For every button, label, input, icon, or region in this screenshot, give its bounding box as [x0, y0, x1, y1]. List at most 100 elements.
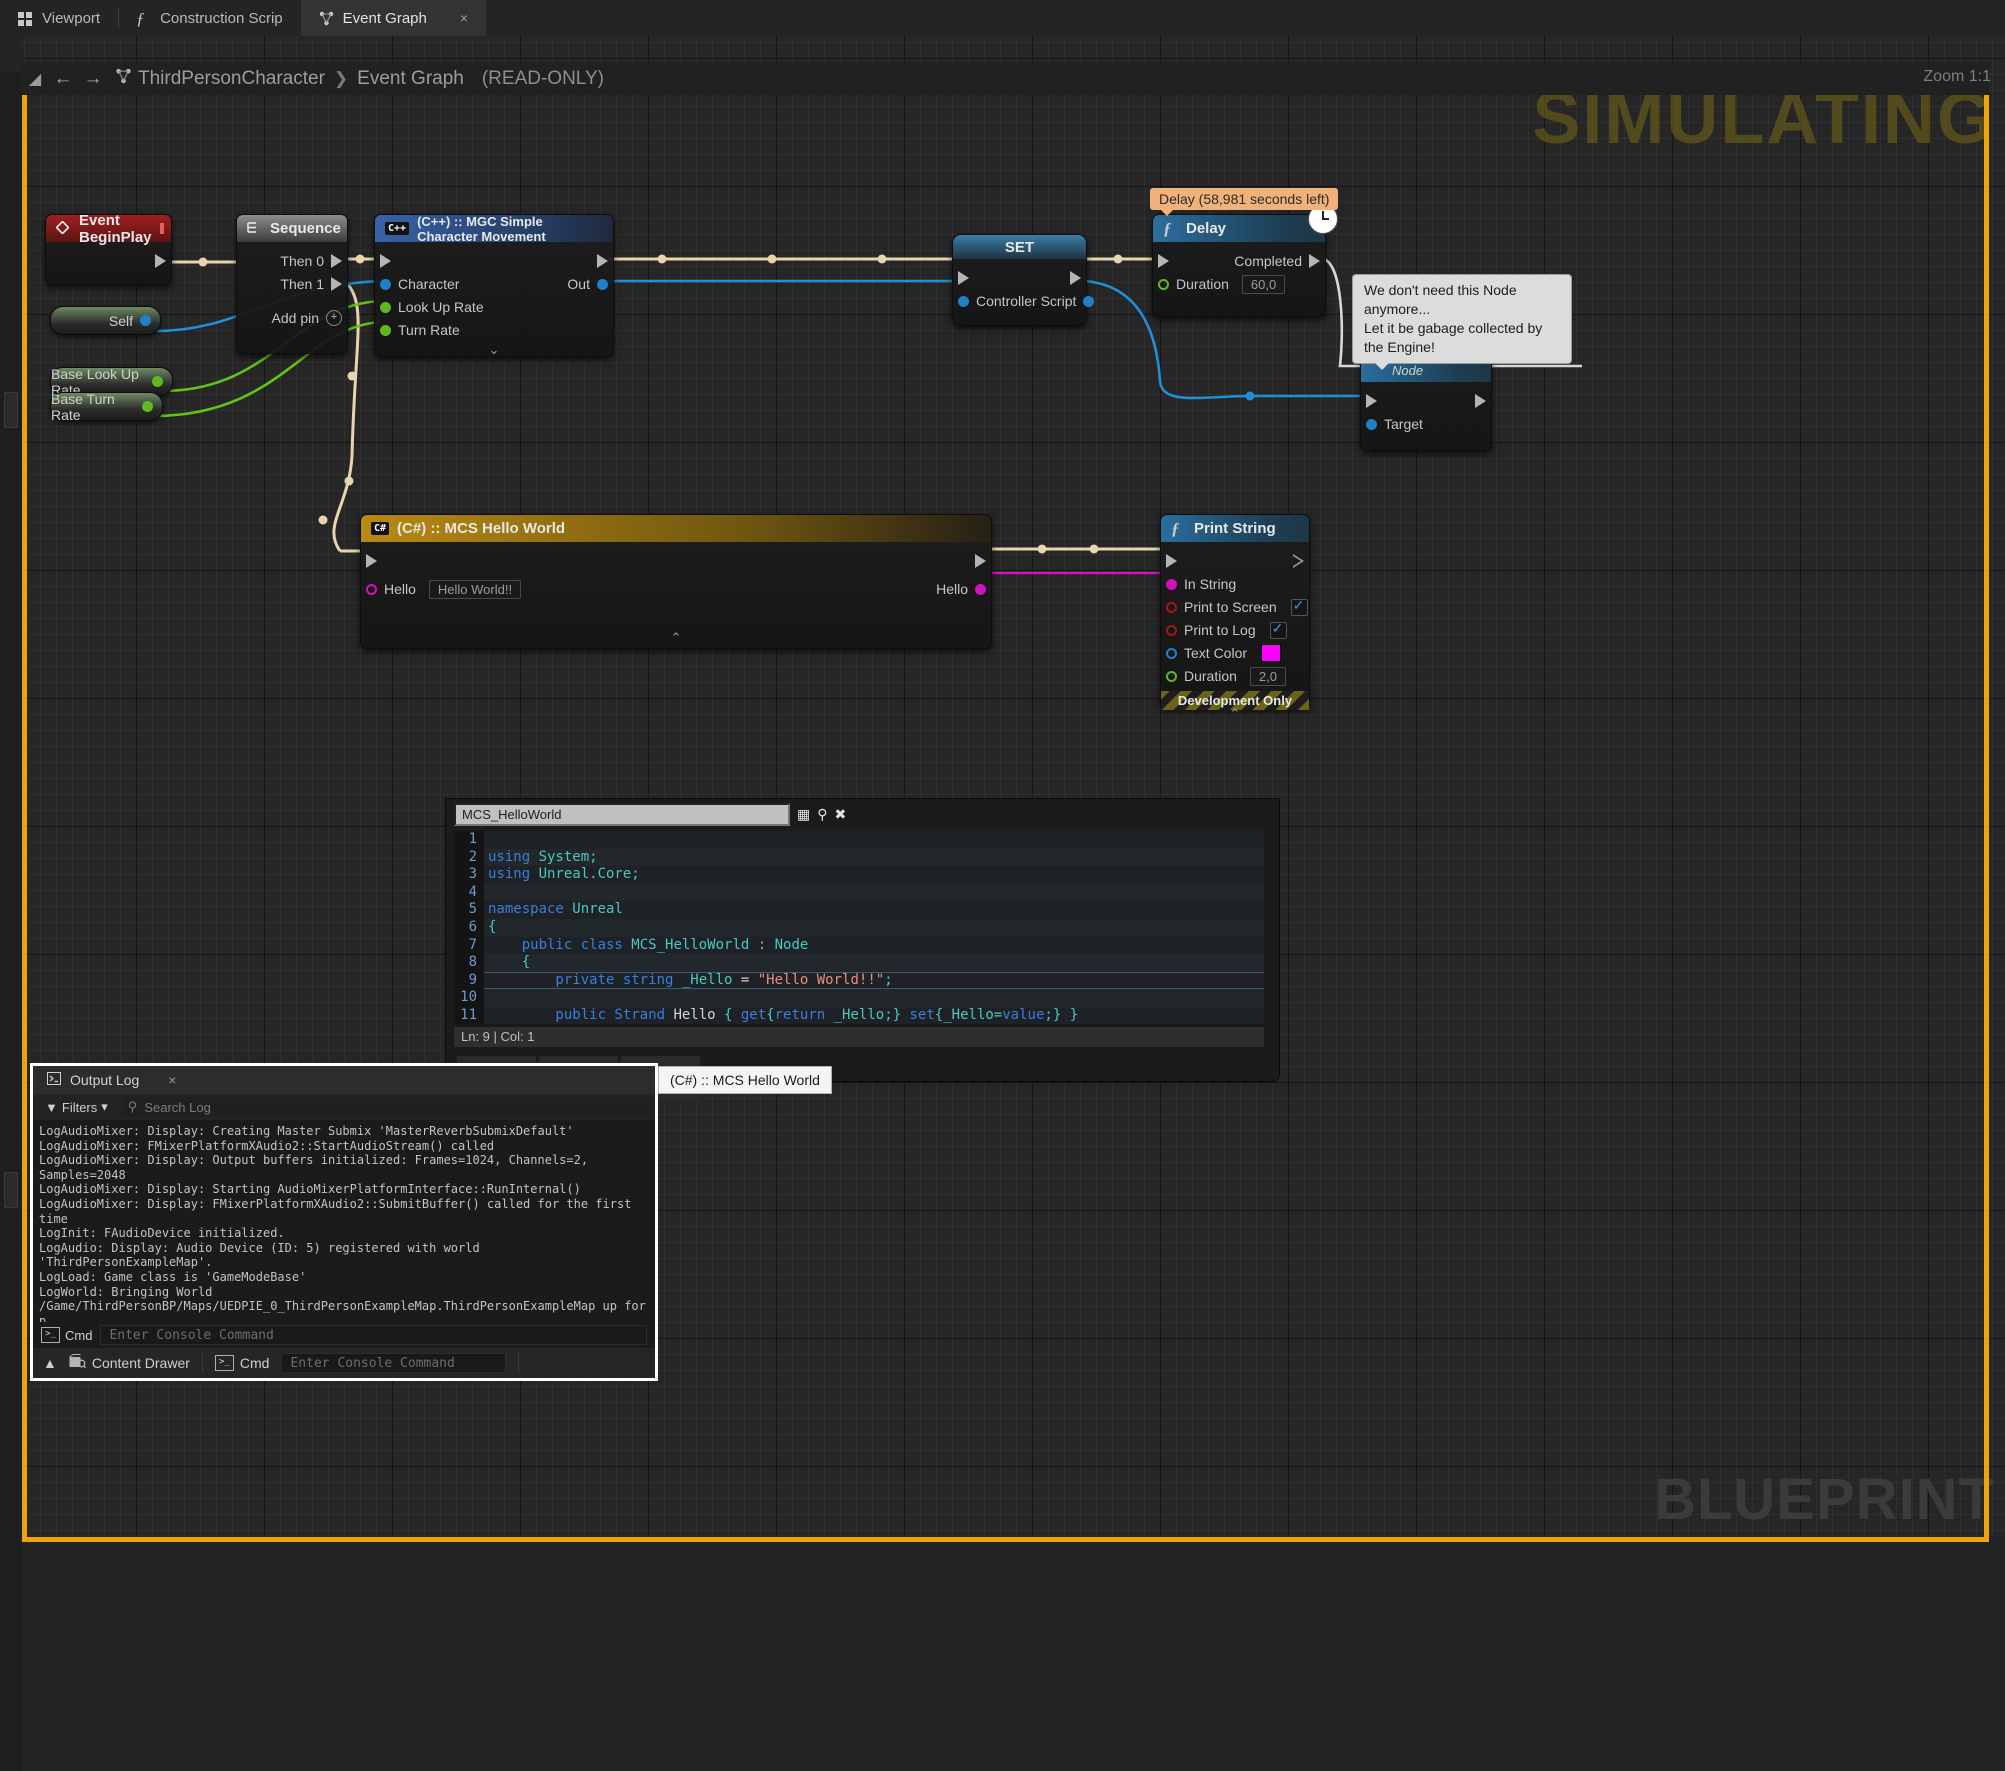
output-pin[interactable]: [142, 401, 153, 412]
collapse-chevron-icon[interactable]: ⌃: [361, 630, 991, 646]
input-pin-print-to-screen[interactable]: [1166, 601, 1177, 613]
node-mgc-simple-character-movement[interactable]: C++ (C++) :: MGC Simple Character Moveme…: [374, 214, 614, 357]
output-pin[interactable]: [1083, 295, 1095, 307]
exec-out-pin[interactable]: [1070, 271, 1081, 285]
rail-handle[interactable]: [4, 1172, 18, 1208]
node-set[interactable]: SET Controller Script: [952, 234, 1095, 326]
close-icon[interactable]: ×: [460, 10, 468, 26]
close-icon[interactable]: ✖: [835, 806, 847, 823]
event-graph-canvas[interactable]: Event BeginPlay Sequence Then 0 Then 1 A…: [0, 36, 2005, 1771]
input-pin-turn-rate[interactable]: [380, 324, 391, 336]
add-pin-label[interactable]: Add pin: [265, 310, 326, 326]
variable-get-self[interactable]: Self: [50, 306, 161, 335]
bookmark-icon[interactable]: ◢: [22, 69, 48, 89]
breadcrumb-root[interactable]: ThirdPersonCharacter: [138, 68, 325, 90]
code-line[interactable]: [484, 989, 1264, 1007]
input-pin-look-up-rate[interactable]: [380, 301, 391, 313]
duration-value[interactable]: 2,0: [1249, 666, 1286, 686]
exec-out-pin[interactable]: [1309, 254, 1320, 268]
tab-event-graph[interactable]: Event Graph ×: [300, 0, 487, 36]
code-line[interactable]: public Strand Hello { get{return _Hello;…: [484, 1007, 1264, 1024]
collapse-chevron-icon[interactable]: ⌄: [375, 342, 613, 358]
input-pin-controller-script[interactable]: [958, 295, 969, 307]
exec-out-pin[interactable]: [597, 254, 608, 268]
node-delay[interactable]: ƒ Delay Completed Duration 60,0: [1152, 214, 1326, 317]
output-pin[interactable]: [140, 315, 151, 326]
print-to-log-checkbox[interactable]: [1269, 620, 1287, 639]
code-line[interactable]: namespace Unreal: [484, 901, 1264, 919]
input-pin-duration[interactable]: [1166, 670, 1177, 682]
code-filename-input[interactable]: [454, 802, 790, 826]
exec-in-pin[interactable]: [1366, 394, 1377, 408]
exec-out-pin[interactable]: [1475, 394, 1486, 408]
add-pin-icon[interactable]: +: [326, 310, 342, 326]
input-pin-text-color[interactable]: [1166, 647, 1177, 659]
search-log-field[interactable]: ⚲ Search Log: [121, 1097, 649, 1117]
output-log-tab[interactable]: Output Log ×: [33, 1066, 655, 1094]
node-mcs-hello-world[interactable]: C# (C#) :: MCS Hello World Hello Hello W…: [360, 514, 992, 649]
code-lines[interactable]: using System; using Unreal.Core; namespac…: [484, 831, 1264, 1024]
exec-out-pin-then1[interactable]: [331, 277, 342, 291]
status-console-command-input[interactable]: Enter Console Command: [281, 1353, 507, 1373]
output-pin-out[interactable]: [597, 278, 608, 290]
node-sequence[interactable]: Sequence Then 0 Then 1 Add pin +: [236, 214, 348, 354]
code-line[interactable]: using System;: [484, 848, 1264, 867]
print-to-screen-checkbox[interactable]: [1290, 597, 1308, 616]
collapse-chevron-icon[interactable]: ⌃: [1161, 706, 1309, 722]
code-line[interactable]: [484, 883, 1264, 902]
output-pin[interactable]: [152, 376, 163, 387]
drawer-icon: [69, 1354, 86, 1372]
output-log-panel[interactable]: Output Log × ▼ Filters ▾ ⚲ Search Log Lo…: [30, 1063, 658, 1381]
text-color-swatch[interactable]: [1261, 644, 1282, 662]
output-pin-hello[interactable]: [975, 583, 986, 595]
output-log-lines[interactable]: LogAudioMixer: Display: Creating Master …: [33, 1120, 655, 1346]
code-line[interactable]: {: [484, 918, 1264, 937]
status-cmd-chip[interactable]: >_ Cmd: [214, 1355, 269, 1371]
rail-handle[interactable]: [4, 392, 18, 428]
exec-in-pin[interactable]: [380, 254, 391, 268]
back-button[interactable]: ←: [48, 68, 78, 90]
tab-divider: [118, 8, 120, 28]
code-line[interactable]: [484, 831, 1264, 849]
grid-icon[interactable]: ▦: [797, 806, 810, 823]
code-line[interactable]: {: [484, 954, 1264, 972]
code-text-area[interactable]: 1234567891011121314151617181920 using Sy…: [454, 831, 1264, 1024]
node-print-string[interactable]: ƒ Print String In String Print to Screen…: [1160, 514, 1310, 721]
input-pin-character[interactable]: [380, 278, 391, 290]
input-pin-hello[interactable]: [366, 583, 377, 595]
exec-in-pin[interactable]: [1166, 554, 1177, 568]
duration-value[interactable]: 60,0: [1241, 274, 1286, 294]
filters-button[interactable]: ▼ Filters ▾: [39, 1099, 114, 1115]
exec-out-pin[interactable]: [975, 554, 986, 568]
exec-in-pin[interactable]: [958, 271, 969, 285]
variable-get-base-turn-rate[interactable]: Base Turn Rate: [50, 391, 163, 423]
exec-out-pin[interactable]: [1293, 554, 1304, 568]
search-icon[interactable]: ⚲: [817, 806, 827, 823]
tab-viewport[interactable]: Viewport: [0, 0, 119, 36]
exec-in-pin[interactable]: [1158, 254, 1169, 268]
breadcrumb-leaf[interactable]: Event Graph: [357, 68, 464, 90]
code-editor-panel[interactable]: ▦ ⚲ ✖ 1234567891011121314151617181920 us…: [445, 798, 1280, 1102]
input-pin-print-to-log[interactable]: [1166, 624, 1177, 636]
exec-out-pin[interactable]: [155, 254, 166, 268]
input-pin-target[interactable]: [1366, 418, 1377, 430]
code-line[interactable]: public class MCS_HelloWorld : Node: [484, 937, 1264, 955]
forward-button[interactable]: →: [78, 68, 108, 90]
line-number: 4: [468, 883, 477, 900]
code-line[interactable]: private string _Hello = "Hello World!!";: [484, 972, 1264, 990]
chevron-up-icon[interactable]: ▲: [43, 1355, 57, 1371]
input-pin-duration[interactable]: [1158, 278, 1169, 290]
node-header: SET: [953, 235, 1086, 259]
cmd-chip[interactable]: >_ Cmd: [41, 1327, 92, 1343]
tab-construction-script[interactable]: ƒ Construction Scrip: [118, 0, 301, 36]
hello-value[interactable]: Hello World!!: [428, 579, 522, 599]
console-command-input[interactable]: Enter Console Command: [100, 1325, 647, 1345]
input-pin-in-string[interactable]: [1166, 578, 1177, 590]
content-drawer-button[interactable]: Content Drawer: [69, 1354, 190, 1372]
exec-in-pin[interactable]: [366, 554, 377, 568]
sequence-icon: [247, 221, 262, 236]
exec-out-pin-then0[interactable]: [331, 254, 342, 268]
node-event-begin-play[interactable]: Event BeginPlay: [45, 212, 172, 285]
code-line[interactable]: using Unreal.Core;: [484, 866, 1264, 884]
close-icon[interactable]: ×: [168, 1072, 176, 1088]
